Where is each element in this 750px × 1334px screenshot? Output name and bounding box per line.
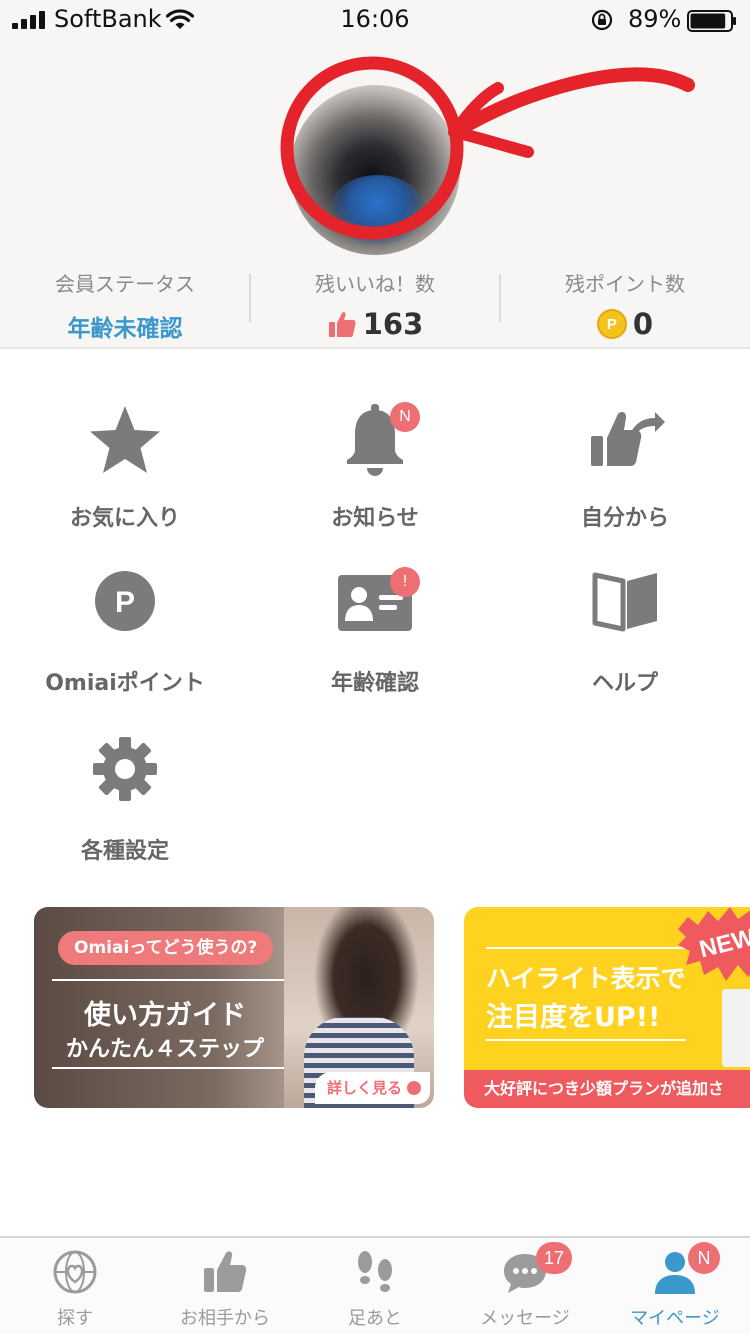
guide-title: 使い方ガイド xyxy=(84,1000,246,1031)
tab-label: メッセージ xyxy=(480,1308,570,1329)
points-remaining-stat[interactable]: 残ポイント数 P 0 xyxy=(500,264,750,344)
menu-favorites[interactable]: お気に入り xyxy=(0,402,250,562)
tab-label: お相手から xyxy=(180,1308,270,1329)
tab-label: 探す xyxy=(57,1308,93,1329)
tab-messages[interactable]: 17 メッセージ xyxy=(450,1238,600,1334)
menu-omiai-points[interactable]: P Omiaiポイント xyxy=(0,567,250,727)
member-status-value[interactable]: 年齢未確認 xyxy=(0,309,250,343)
tab-from-partner[interactable]: お相手から xyxy=(150,1238,300,1334)
guide-tag: Omiaiってどう使うの? xyxy=(58,931,274,965)
alert-badge: ! xyxy=(390,567,420,597)
highlight-footer: 大好評につき少額プランが追加さ xyxy=(464,1070,750,1108)
point-icon: P xyxy=(95,571,155,631)
see-more-button[interactable]: 詳しく見る xyxy=(314,1072,430,1104)
thumbs-up-icon xyxy=(204,1251,247,1292)
tab-label: 足あと xyxy=(348,1308,402,1329)
member-status-label: 会員ステータス xyxy=(55,272,195,296)
guide-banner[interactable]: Omiaiってどう使うの? 使い方ガイド かんたん４ステップ 詳しく見る xyxy=(34,907,434,1108)
book-icon xyxy=(592,572,657,632)
tab-footprints[interactable]: 足あと xyxy=(300,1238,450,1334)
menu-label: お気に入り xyxy=(69,506,180,531)
battery-percent: 89% xyxy=(628,5,682,33)
gear-icon xyxy=(93,737,157,801)
status-bar: SoftBank 16:06 89% xyxy=(0,0,750,40)
tab-my-page[interactable]: N マイページ xyxy=(600,1238,750,1334)
profile-stats: 会員ステータス 年齢未確認 残いいね！数 163 残ポイント数 P 0 xyxy=(0,264,750,344)
menu-label: ヘルプ xyxy=(591,671,658,696)
menu-help[interactable]: ヘルプ xyxy=(500,567,750,727)
globe-heart-icon xyxy=(53,1250,97,1294)
divider xyxy=(52,979,284,981)
my-page-badge: N xyxy=(688,1242,720,1274)
likes-remaining-label: 残いいね！数 xyxy=(315,272,435,296)
menu-label: 自分から xyxy=(580,506,669,531)
menu-age-verification[interactable]: ! 年齢確認 xyxy=(250,567,500,727)
thumbs-up-icon xyxy=(328,312,356,337)
guide-subtitle: かんたん４ステップ xyxy=(65,1037,264,1062)
tab-search[interactable]: 探す xyxy=(0,1238,150,1334)
menu-notifications[interactable]: N お知らせ xyxy=(250,402,500,562)
points-remaining-value: 0 xyxy=(632,307,654,341)
menu-label: お知らせ xyxy=(331,506,419,531)
menu-label: Omiaiポイント xyxy=(45,671,205,696)
phone-illustration xyxy=(722,989,750,1067)
highlight-title-line1: ハイライト表示で xyxy=(486,964,686,993)
highlight-banner[interactable]: ハイライト表示で 注目度をUP!! NEW 大好評につき少額プランが追加さ xyxy=(464,907,750,1108)
tab-bar: 探す お相手から 足あと 17 メッセージ N マイページ xyxy=(0,1236,750,1334)
star-icon xyxy=(90,406,160,473)
menu-label: 年齢確認 xyxy=(330,671,419,696)
divider xyxy=(486,1039,686,1041)
divider xyxy=(52,1067,284,1069)
rotation-lock-icon xyxy=(591,9,613,31)
new-badge: NEW xyxy=(678,907,750,981)
footprints-icon xyxy=(358,1251,392,1292)
likes-remaining-value: 163 xyxy=(362,307,424,341)
svg-text:P: P xyxy=(115,586,135,619)
likes-remaining-stat[interactable]: 残いいね！数 163 xyxy=(250,264,500,344)
points-remaining-label: 残ポイント数 xyxy=(565,272,685,296)
notification-badge: N xyxy=(390,402,420,432)
message-count-badge: 17 xyxy=(536,1242,573,1274)
menu-settings[interactable]: 各種設定 xyxy=(0,735,250,895)
thumbs-up-share-icon xyxy=(591,412,665,466)
highlight-title-line2: 注目度をUP!! xyxy=(486,1002,661,1033)
tab-label: マイページ xyxy=(630,1308,720,1329)
battery-icon xyxy=(687,10,736,32)
profile-header: 会員ステータス 年齢未確認 残いいね！数 163 残ポイント数 P 0 xyxy=(0,40,750,349)
divider xyxy=(486,947,686,949)
coin-icon: P xyxy=(596,309,627,339)
menu-label: 各種設定 xyxy=(80,839,169,864)
member-status-stat[interactable]: 会員ステータス 年齢未確認 xyxy=(0,264,250,344)
menu-sent-likes[interactable]: 自分から xyxy=(500,402,750,562)
